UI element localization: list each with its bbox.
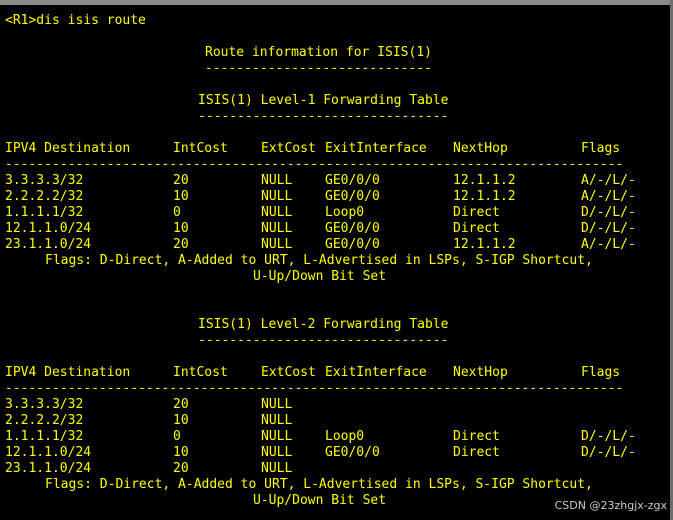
cell-exitinterface: GE0/0/0 bbox=[325, 173, 380, 188]
cell-intcost: 10 bbox=[173, 189, 189, 204]
cell-intcost: 20 bbox=[173, 397, 189, 412]
level2-heading-underline: -------------------------------- bbox=[198, 333, 449, 348]
cell-intcost: 0 bbox=[173, 205, 181, 220]
route-info-title: Route information for ISIS(1) bbox=[205, 45, 432, 60]
cell-nexthop: Direct bbox=[453, 429, 500, 444]
cell-nexthop: Direct bbox=[453, 445, 500, 460]
cell-destination: 3.3.3.3/32 bbox=[5, 173, 84, 188]
cell-extcost: NULL bbox=[261, 429, 293, 444]
column-header-extcost: ExtCost bbox=[261, 365, 316, 380]
column-header-destination: IPV4 Destination bbox=[5, 141, 131, 156]
cell-intcost: 20 bbox=[173, 173, 189, 188]
cell-destination: 2.2.2.2/32 bbox=[5, 413, 84, 428]
column-header-destination: IPV4 Destination bbox=[5, 365, 131, 380]
cell-extcost: NULL bbox=[261, 173, 293, 188]
cell-intcost: 20 bbox=[173, 461, 189, 476]
cell-extcost: NULL bbox=[261, 189, 293, 204]
cell-extcost: NULL bbox=[261, 205, 293, 220]
column-header-flags: Flags bbox=[581, 365, 621, 380]
cell-extcost: NULL bbox=[261, 221, 293, 236]
command-prompt: <R1>dis isis route bbox=[5, 13, 146, 28]
window-top-border bbox=[0, 0, 673, 5]
cell-exitinterface: GE0/0/0 bbox=[325, 445, 380, 460]
level2-flags-legend-cont: U-Up/Down Bit Set bbox=[253, 493, 387, 508]
cell-intcost: 20 bbox=[173, 237, 189, 252]
cell-destination: 1.1.1.1/32 bbox=[5, 205, 84, 220]
cell-nexthop: Direct bbox=[453, 205, 500, 220]
cell-flags: D/-/L/- bbox=[581, 205, 636, 220]
level1-heading: ISIS(1) Level-1 Forwarding Table bbox=[198, 93, 449, 108]
column-header-extcost: ExtCost bbox=[261, 141, 316, 156]
column-header-flags: Flags bbox=[581, 141, 621, 156]
cell-destination: 23.1.1.0/24 bbox=[5, 461, 92, 476]
level1-separator: ----------------------------------------… bbox=[5, 157, 624, 172]
terminal-window[interactable]: <R1>dis isis route Route information for… bbox=[0, 0, 673, 520]
cell-destination: 1.1.1.1/32 bbox=[5, 429, 84, 444]
cell-exitinterface: GE0/0/0 bbox=[325, 189, 380, 204]
cell-destination: 12.1.1.0/24 bbox=[5, 221, 92, 236]
column-header-nexthop: NextHop bbox=[453, 141, 508, 156]
cell-nexthop: 12.1.1.2 bbox=[453, 173, 516, 188]
cell-extcost: NULL bbox=[261, 413, 293, 428]
cell-exitinterface: GE0/0/0 bbox=[325, 237, 380, 252]
cell-flags: A/-/L/- bbox=[581, 173, 636, 188]
cell-destination: 23.1.1.0/24 bbox=[5, 237, 92, 252]
column-header-nexthop: NextHop bbox=[453, 365, 508, 380]
cell-flags: A/-/L/- bbox=[581, 189, 636, 204]
level2-separator: ----------------------------------------… bbox=[5, 381, 624, 396]
cell-flags: D/-/L/- bbox=[581, 429, 636, 444]
cell-extcost: NULL bbox=[261, 397, 293, 412]
cell-extcost: NULL bbox=[261, 461, 293, 476]
column-header-intcost: IntCost bbox=[173, 365, 228, 380]
level1-flags-legend-cont: U-Up/Down Bit Set bbox=[253, 269, 387, 284]
cell-intcost: 10 bbox=[173, 221, 189, 236]
cell-exitinterface: Loop0 bbox=[325, 429, 365, 444]
cell-nexthop: Direct bbox=[453, 221, 500, 236]
level2-heading: ISIS(1) Level-2 Forwarding Table bbox=[198, 317, 449, 332]
cell-destination: 12.1.1.0/24 bbox=[5, 445, 92, 460]
level1-flags-legend: Flags: D-Direct, A-Added to URT, L-Adver… bbox=[45, 253, 593, 268]
cell-extcost: NULL bbox=[261, 445, 293, 460]
column-header-exitinterface: ExitInterface bbox=[325, 365, 427, 380]
column-header-exitinterface: ExitInterface bbox=[325, 141, 427, 156]
cell-exitinterface: Loop0 bbox=[325, 205, 365, 220]
cell-nexthop: 12.1.1.2 bbox=[453, 189, 516, 204]
cell-flags: D/-/L/- bbox=[581, 445, 636, 460]
watermark: CSDN @23zhgjx-zgx bbox=[554, 499, 667, 512]
cell-intcost: 0 bbox=[173, 429, 181, 444]
cell-flags: A/-/L/- bbox=[581, 237, 636, 252]
cell-intcost: 10 bbox=[173, 445, 189, 460]
column-header-intcost: IntCost bbox=[173, 141, 228, 156]
cell-flags: D/-/L/- bbox=[581, 221, 636, 236]
cell-exitinterface: GE0/0/0 bbox=[325, 221, 380, 236]
title-underline: ----------------------------- bbox=[205, 61, 432, 76]
cell-destination: 2.2.2.2/32 bbox=[5, 189, 84, 204]
cell-nexthop: 12.1.1.2 bbox=[453, 237, 516, 252]
level1-heading-underline: -------------------------------- bbox=[198, 109, 449, 124]
cell-destination: 3.3.3.3/32 bbox=[5, 397, 84, 412]
cell-extcost: NULL bbox=[261, 237, 293, 252]
cell-intcost: 10 bbox=[173, 413, 189, 428]
level2-flags-legend: Flags: D-Direct, A-Added to URT, L-Adver… bbox=[45, 477, 593, 492]
